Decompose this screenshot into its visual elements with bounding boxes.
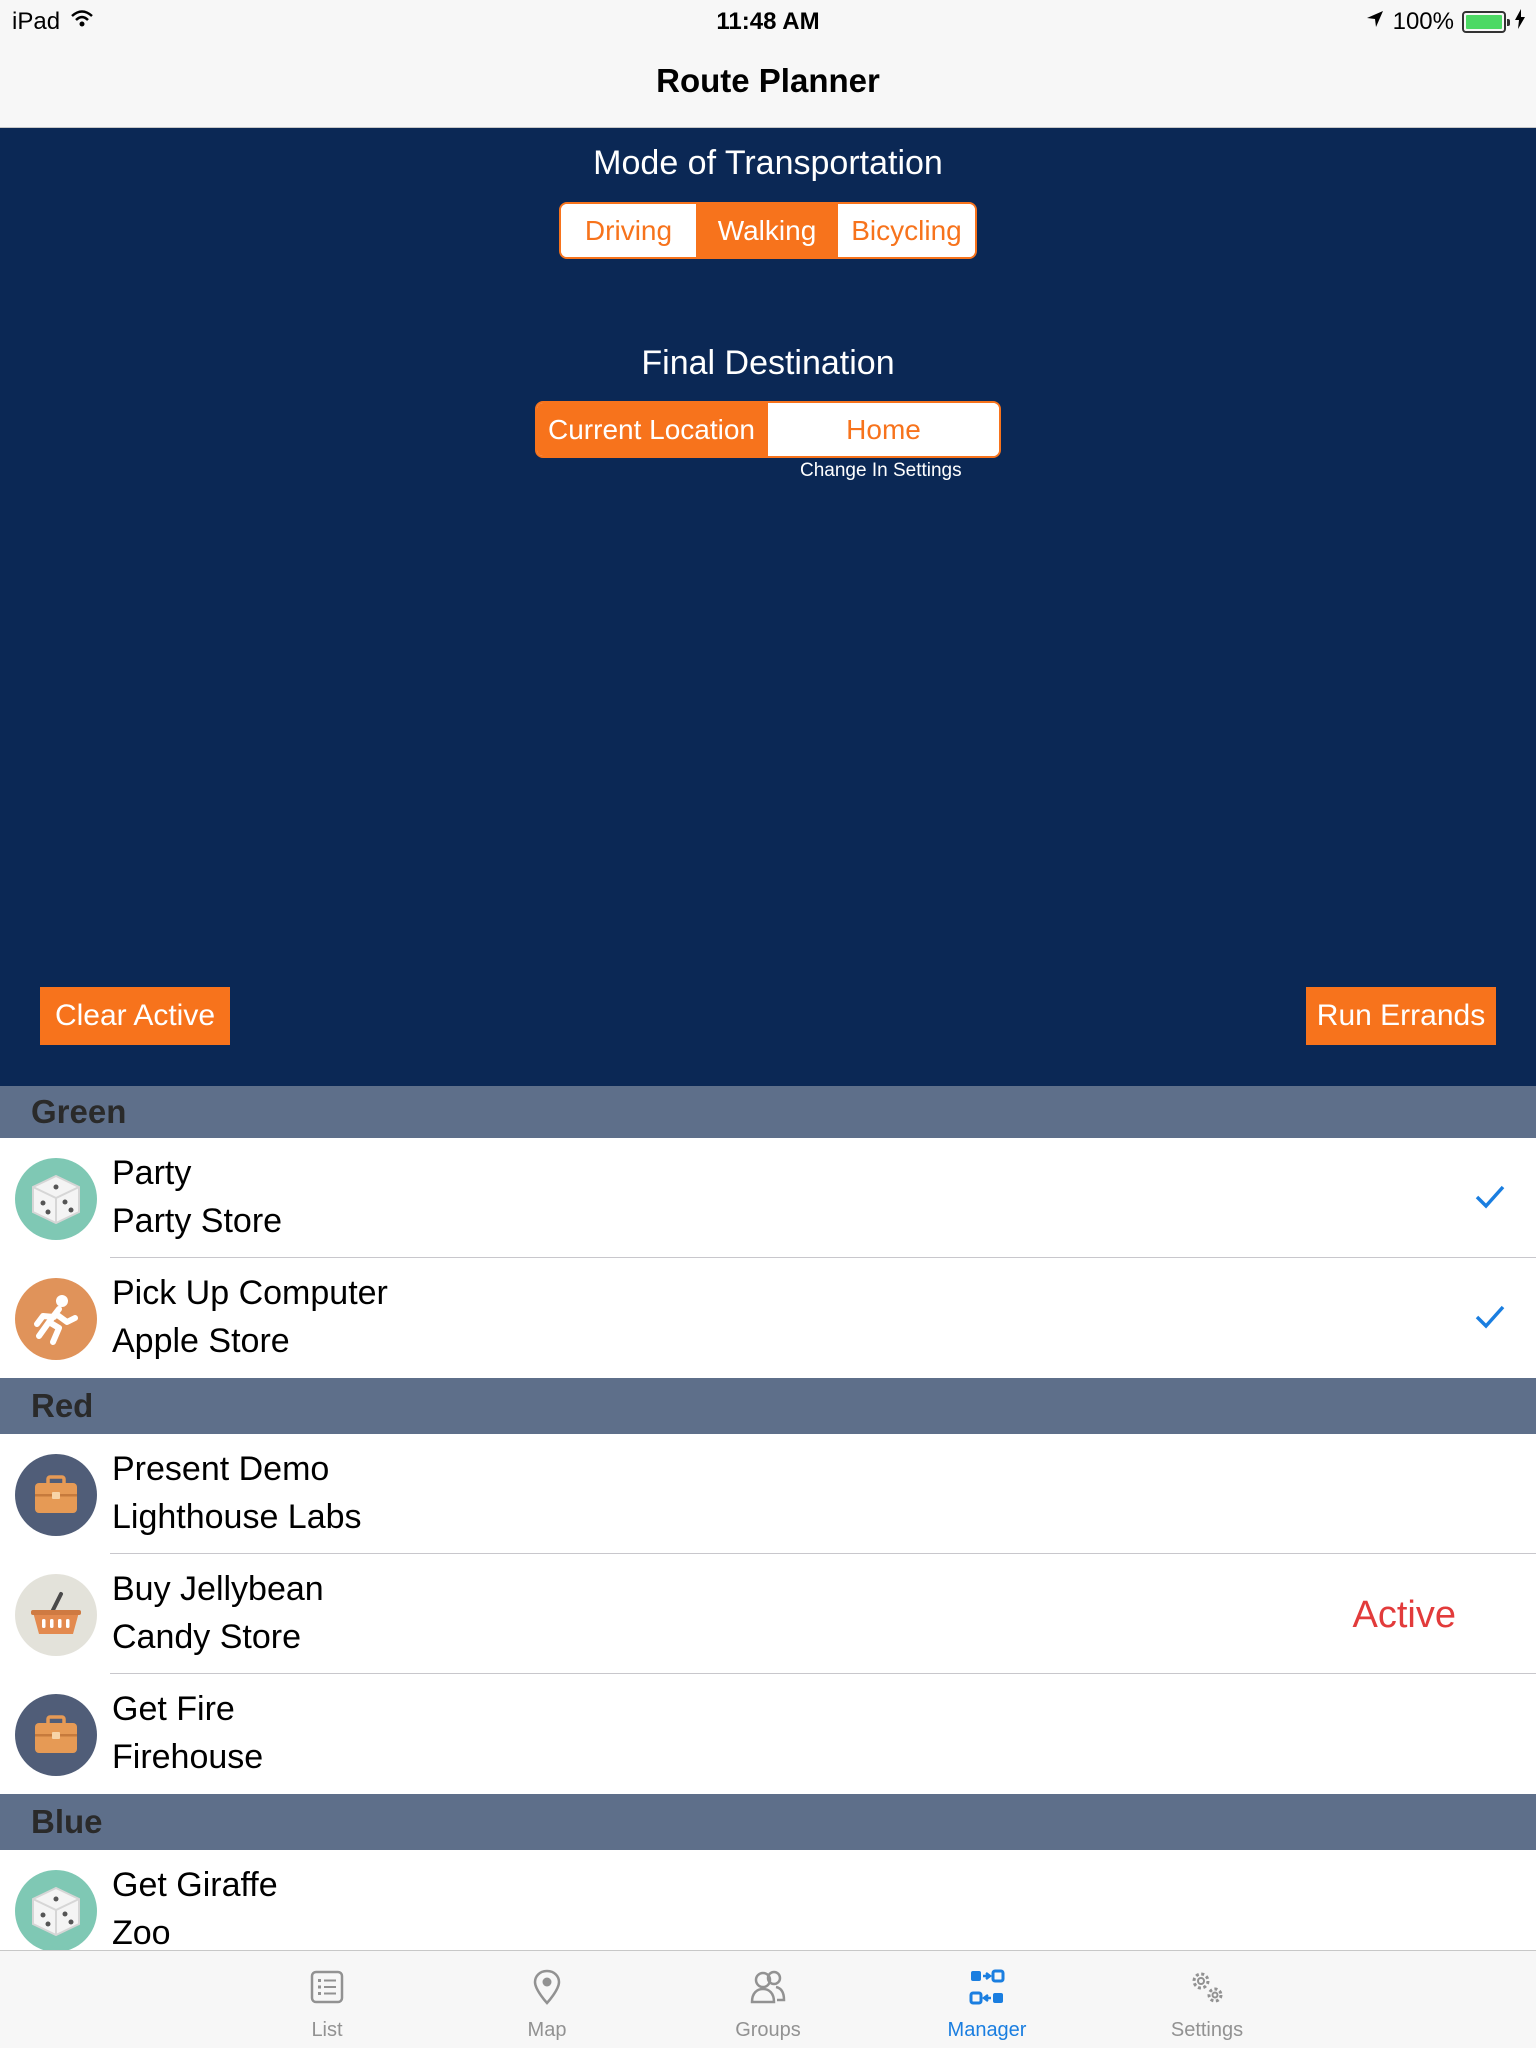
- segment-walking[interactable]: Walking: [698, 204, 838, 257]
- segment-current-location[interactable]: Current Location: [537, 403, 769, 456]
- list-item[interactable]: Buy Jellybean Candy Store Active: [0, 1554, 1536, 1674]
- tab-map[interactable]: Map: [467, 1951, 627, 2048]
- list-item[interactable]: Get Giraffe Zoo: [0, 1850, 1536, 1950]
- segment-bicycling[interactable]: Bicycling: [838, 204, 975, 257]
- tab-label: List: [311, 2019, 343, 2041]
- manager-icon: [965, 1965, 1009, 2009]
- battery-icon: [1462, 11, 1510, 33]
- list-item[interactable]: Present Demo Lighthouse Labs: [0, 1434, 1536, 1554]
- list-item[interactable]: Party Party Store: [0, 1138, 1536, 1258]
- groups-icon: [746, 1965, 790, 2009]
- battery-percent: 100%: [1392, 8, 1454, 35]
- active-status-label: Active: [1352, 1594, 1456, 1636]
- gears-icon: [1185, 1965, 1229, 2009]
- transport-label: Mode of Transportation: [593, 144, 943, 182]
- item-location: Candy Store: [112, 1618, 301, 1656]
- destination-segmented-control[interactable]: Current Location Home: [535, 401, 1001, 458]
- item-title: Get Giraffe: [112, 1866, 278, 1904]
- basket-icon: [15, 1574, 97, 1656]
- list-item[interactable]: Get Fire Firehouse: [0, 1674, 1536, 1794]
- run-errands-button[interactable]: Run Errands: [1306, 987, 1496, 1045]
- page-title: Route Planner: [656, 62, 880, 99]
- segment-driving[interactable]: Driving: [561, 204, 698, 257]
- navigation-bar: Route Planner: [0, 42, 1536, 128]
- item-title: Present Demo: [112, 1450, 330, 1488]
- group-header-green: Green: [0, 1086, 1536, 1138]
- item-location: Zoo: [112, 1914, 171, 1950]
- item-location: Apple Store: [112, 1322, 290, 1360]
- checkmark-icon: [1475, 1305, 1505, 1329]
- route-options-panel: Mode of Transportation Driving Walking B…: [0, 128, 1536, 1086]
- list-item[interactable]: Pick Up Computer Apple Store: [0, 1258, 1536, 1378]
- transport-mode-segmented-control[interactable]: Driving Walking Bicycling: [559, 202, 977, 259]
- tab-label: Manager: [947, 2019, 1027, 2041]
- tab-bar: List Map Groups Manager Settings: [0, 1950, 1536, 2048]
- tab-settings[interactable]: Settings: [1127, 1951, 1287, 2048]
- clear-active-button[interactable]: Clear Active: [40, 987, 230, 1045]
- segment-home[interactable]: Home: [768, 403, 999, 456]
- item-title: Party: [112, 1154, 192, 1192]
- change-in-settings-hint: Change In Settings: [800, 460, 962, 481]
- briefcase-icon: [15, 1454, 97, 1536]
- errand-list[interactable]: Green Party Party Store Pick Up Computer…: [0, 1086, 1536, 1950]
- item-title: Pick Up Computer: [112, 1274, 388, 1312]
- tab-manager[interactable]: Manager: [907, 1951, 1067, 2048]
- item-location: Lighthouse Labs: [112, 1498, 362, 1536]
- destination-label: Final Destination: [641, 344, 895, 382]
- tab-label: Groups: [735, 2019, 801, 2041]
- item-title: Buy Jellybean: [112, 1570, 324, 1608]
- item-location: Firehouse: [112, 1738, 264, 1776]
- tab-list[interactable]: List: [247, 1951, 407, 2048]
- item-location: Party Store: [112, 1202, 283, 1240]
- location-arrow-icon: [1365, 8, 1385, 36]
- checkmark-icon: [1475, 1185, 1505, 1209]
- group-header-blue: Blue: [0, 1794, 1536, 1850]
- running-person-icon: [15, 1278, 97, 1360]
- dice-icon: [15, 1158, 97, 1240]
- briefcase-icon: [15, 1694, 97, 1776]
- status-bar: iPad 11:48 AM 100%: [0, 0, 1536, 42]
- list-icon: [305, 1965, 349, 2009]
- tab-groups[interactable]: Groups: [688, 1951, 848, 2048]
- tab-label: Settings: [1170, 2019, 1244, 2041]
- item-title: Get Fire: [112, 1690, 235, 1728]
- dice-icon: [15, 1870, 97, 1950]
- map-pin-icon: [525, 1965, 569, 2009]
- tab-label: Map: [527, 2019, 567, 2041]
- group-header-red: Red: [0, 1378, 1536, 1434]
- status-time: 11:48 AM: [716, 8, 820, 35]
- charging-bolt-icon: [1514, 8, 1526, 36]
